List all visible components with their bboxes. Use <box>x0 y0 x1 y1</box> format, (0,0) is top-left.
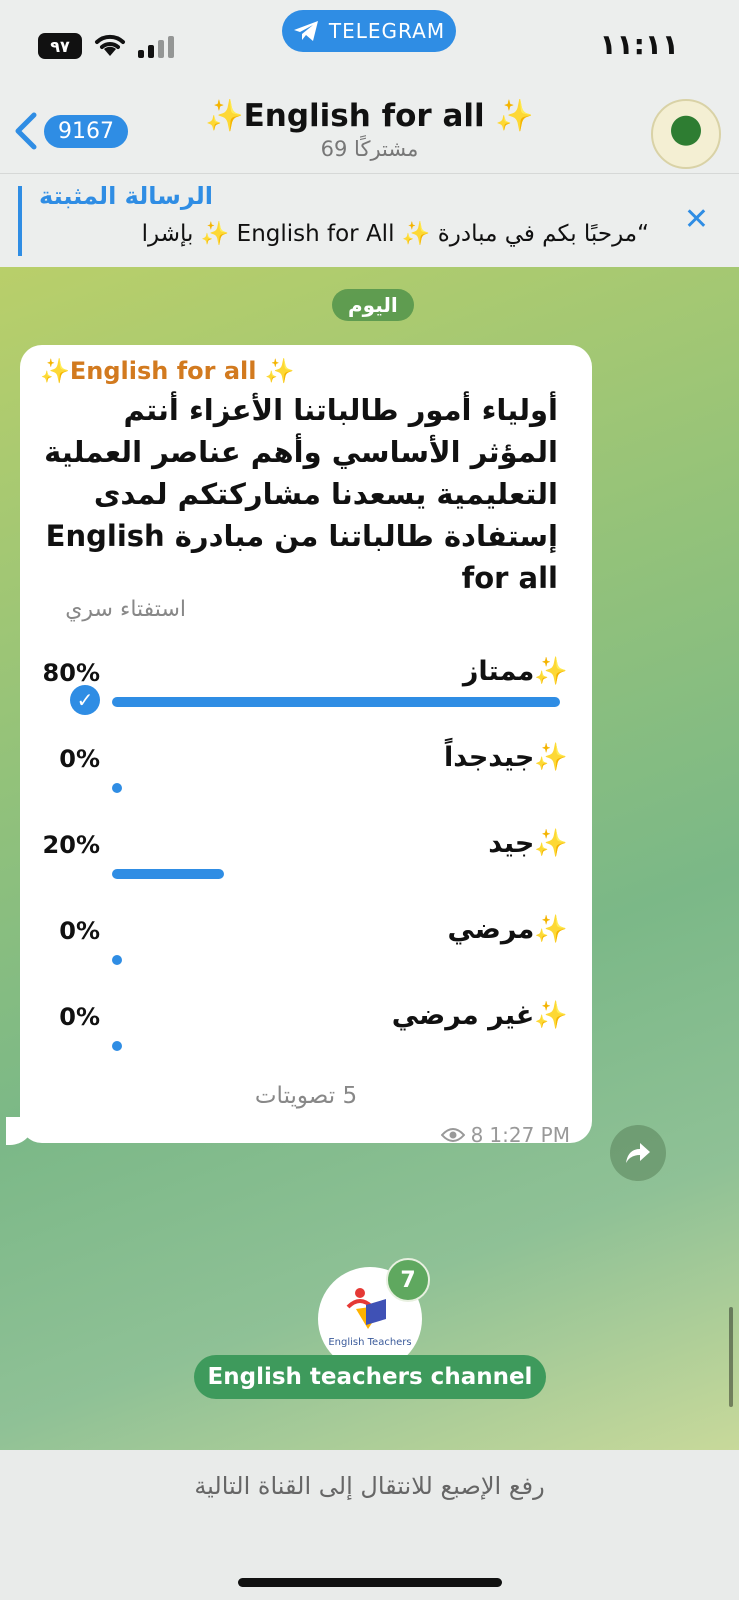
message-time: 1:27 PM <box>489 1123 570 1147</box>
poll-type: استفتاء سري <box>65 597 186 622</box>
poll-option-percent: 0% <box>59 917 100 945</box>
channel-title[interactable]: ✨English for all ✨ <box>0 97 739 134</box>
poll-option-bar <box>112 783 122 793</box>
wifi-icon <box>95 34 125 56</box>
clock: ١١:١١ <box>599 28 679 61</box>
battery-icon: ٩٧ <box>38 33 82 59</box>
poll-option-label: ✨جيدجداً <box>443 742 568 773</box>
poll-option-bar <box>112 955 122 965</box>
poll-option-label: ✨جيد <box>488 828 568 859</box>
poll-option-label: ✨ممتاز <box>462 656 568 687</box>
poll-option-label: ✨غير مرضي <box>391 1000 568 1031</box>
scrollbar[interactable] <box>729 1307 733 1407</box>
battery-level: ٩٧ <box>50 36 70 56</box>
poll-message[interactable]: ✨English for all ✨ أولياء أمور طالباتنا … <box>20 345 592 1147</box>
poll-option-bar <box>112 869 224 879</box>
channel-avatar[interactable] <box>651 99 721 169</box>
poll-option[interactable]: 0% ✨مرضي <box>20 913 592 999</box>
poll-option-percent: 80% <box>42 659 100 687</box>
next-channel-name[interactable]: English teachers channel <box>194 1355 546 1399</box>
poll-option-bar <box>112 697 560 707</box>
subscriber-count: 69 مشتركًا <box>320 137 419 161</box>
share-icon <box>626 1143 650 1163</box>
signal-icon <box>138 36 174 58</box>
poll-option-bar <box>112 1041 122 1051</box>
message-author[interactable]: ✨English for all ✨ <box>40 357 295 385</box>
status-bar: ٩٧ TELEGRAM ١١:١١ <box>0 0 739 95</box>
pinned-message-bar[interactable]: الرسالة المثبتة “مرحبًا بكم في مبادرة ✨ … <box>0 173 739 269</box>
pinned-text: “مرحبًا بكم في مبادرة ✨ English for All … <box>141 221 649 247</box>
close-icon[interactable]: ✕ <box>684 202 709 237</box>
next-channel-unread-badge: 7 <box>386 1258 430 1302</box>
message-meta: 8 1:27 PM <box>440 1123 570 1147</box>
swipe-hint: رفع الإصبع للانتقال إلى القناة التالية <box>194 1472 545 1500</box>
poll-option-percent: 0% <box>59 1003 100 1031</box>
poll-option[interactable]: 0% ✨غير مرضي <box>20 999 592 1085</box>
telegram-badge[interactable]: TELEGRAM <box>282 10 456 52</box>
telegram-badge-label: TELEGRAM <box>328 19 446 43</box>
telegram-icon <box>293 21 318 41</box>
poll-option-percent: 0% <box>59 745 100 773</box>
eye-icon <box>440 1128 465 1142</box>
chat-area[interactable]: اليوم ✨English for all ✨ أولياء أمور طال… <box>0 267 739 1450</box>
bottom-bar: رفع الإصبع للانتقال إلى القناة التالية <box>0 1450 739 1600</box>
poll-option[interactable]: 80% ✨ممتاز ✓ <box>20 655 592 741</box>
share-button[interactable] <box>610 1125 666 1181</box>
poll-question: أولياء أمور طالباتنا الأعزاء أنتم المؤثر… <box>44 393 558 595</box>
next-channel-logo-text: English Teachers <box>328 1337 412 1348</box>
poll-option-label: ✨مرضي <box>447 914 568 945</box>
pinned-indicator <box>18 186 22 256</box>
poll-option-percent: 20% <box>42 831 100 859</box>
view-count: 8 <box>470 1123 484 1147</box>
vote-count[interactable]: 5 تصويتات <box>20 1083 592 1109</box>
checkmark-icon: ✓ <box>70 685 100 715</box>
date-chip: اليوم <box>332 289 414 321</box>
pinned-title: الرسالة المثبتة <box>39 182 213 210</box>
poll-option[interactable]: 20% ✨جيد <box>20 827 592 913</box>
poll-option[interactable]: 0% ✨جيدجداً <box>20 741 592 827</box>
chat-header: 9167 ✨English for all ✨ 69 مشتركًا <box>0 95 739 173</box>
home-indicator[interactable] <box>238 1578 502 1587</box>
